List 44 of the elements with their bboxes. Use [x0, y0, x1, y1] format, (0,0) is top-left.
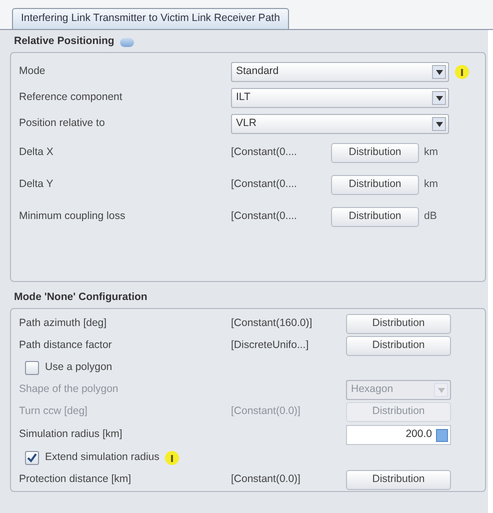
collapse-icon[interactable] [120, 38, 134, 46]
field-label: Protection distance [km] [19, 472, 132, 488]
field-label: Turn ccw [deg] [19, 404, 88, 420]
dropdown[interactable]: Standard [231, 62, 449, 82]
value-text: [Constant(0.0)] [231, 472, 302, 488]
caret-icon [432, 91, 446, 105]
section-title: Relative Positioning [14, 34, 114, 50]
checkbox[interactable] [25, 361, 39, 375]
tab[interactable]: Interfering Link Transmitter to Victim Link Receiver Path [12, 8, 289, 29]
value-text: [Constant(160.0)] [231, 316, 314, 332]
value-text: [Constant(0.... [231, 209, 298, 224]
unit-label: dB [424, 209, 437, 224]
value-text: [Constant(0.0)] [231, 404, 302, 420]
section-title: Mode 'None' Configuration [14, 290, 148, 306]
distribution-button[interactable]: Distribution [346, 314, 451, 334]
field-label: Minimum coupling loss [19, 209, 126, 224]
distribution-button[interactable]: Distribution [331, 143, 419, 163]
distribution-button[interactable]: Distribution [331, 207, 419, 227]
field-label: Position relative to [19, 116, 106, 132]
field-label: Mode [19, 64, 46, 80]
field-label: Shape of the polygon [19, 382, 120, 398]
field-label: Delta Y [19, 177, 54, 192]
checkbox-label: Extend simulation radius [45, 450, 160, 466]
field-label: Simulation radius [km] [19, 427, 124, 442]
number-field[interactable]: 200.0 [346, 425, 451, 445]
dropdown[interactable]: ILT [231, 88, 449, 108]
value-text: [DiscreteUnifo...] [231, 338, 310, 354]
distribution-button[interactable]: Distribution [346, 470, 451, 490]
checkbox[interactable] [25, 451, 39, 465]
field-label: Delta X [19, 145, 54, 160]
distribution-button[interactable]: Distribution [331, 175, 419, 195]
distribution-button[interactable]: Distribution [346, 336, 451, 356]
caret-icon [432, 117, 446, 131]
value-text: [Constant(0.... [231, 177, 298, 192]
unit-label: km [424, 177, 438, 192]
caret-icon [432, 65, 446, 79]
value-text: [Constant(0.... [231, 145, 298, 160]
field-label: Path azimuth [deg] [19, 316, 108, 332]
unit-label: km [424, 145, 438, 160]
checkbox-label: Use a polygon [45, 360, 112, 376]
field-label: Reference component [19, 90, 124, 106]
dropdown[interactable]: VLR [231, 114, 449, 134]
caret-icon [434, 383, 448, 397]
field-label: Path distance factor [19, 338, 113, 354]
